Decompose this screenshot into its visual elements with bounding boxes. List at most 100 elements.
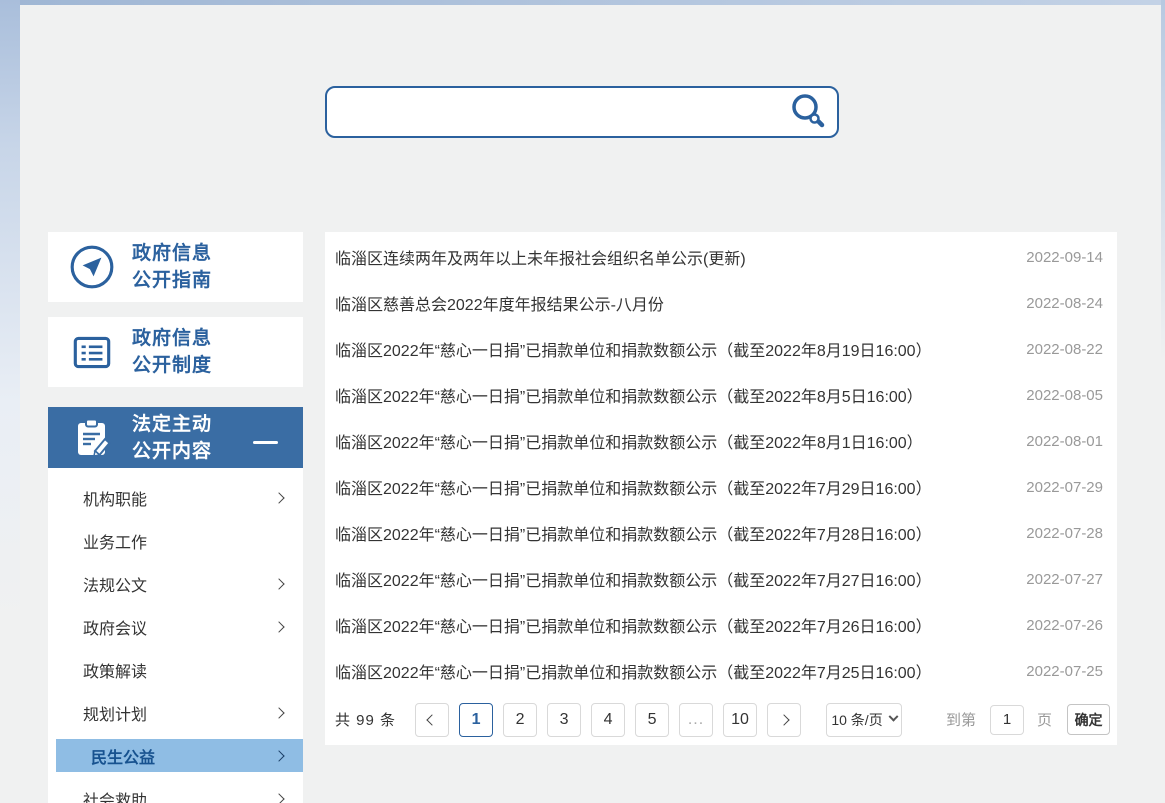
sidebar-card-label: 法定主动 公开内容: [132, 411, 212, 465]
sidebar-submenu: 机构职能 业务工作 法规公文 政府会议 政策解读 规划计划 民生公益 社会救助: [48, 468, 303, 803]
sidebar-menu-item-label: 民生公益: [91, 744, 155, 768]
chevron-left-icon: [426, 714, 437, 725]
page-number-button[interactable]: 2: [503, 703, 537, 737]
list-item-date: 2022-09-14: [1026, 249, 1103, 266]
sidebar-menu-item-label: 规划计划: [83, 701, 147, 725]
list-item-title[interactable]: 临淄区2022年“慈心一日捐”已捐款单位和捐款数额公示（截至2022年7月26日…: [335, 613, 932, 637]
compass-icon: [68, 243, 116, 291]
page-number-label: 5: [648, 711, 657, 729]
page-number-button[interactable]: 4: [591, 703, 625, 737]
chevron-right-icon: [778, 714, 789, 725]
sidebar-menu-item-label: 政府会议: [83, 615, 147, 639]
page-number-button[interactable]: 3: [547, 703, 581, 737]
page-number-button[interactable]: ...: [679, 703, 713, 737]
list-item[interactable]: 临淄区2022年“慈心一日捐”已捐款单位和捐款数额公示（截至2022年7月25日…: [325, 648, 1117, 694]
page-number-label: 4: [604, 711, 613, 729]
list-item[interactable]: 临淄区2022年“慈心一日捐”已捐款单位和捐款数额公示（截至2022年7月29日…: [325, 464, 1117, 510]
sidebar-menu-item[interactable]: 机构职能: [48, 476, 303, 519]
list-item-date: 2022-07-25: [1026, 663, 1103, 680]
chevron-right-icon: [273, 621, 284, 632]
page-number-label: 1: [472, 711, 481, 729]
page-number-button[interactable]: 1: [459, 703, 493, 737]
sidebar-card-label: 政府信息 公开指南: [132, 240, 212, 294]
page-number-label: ...: [688, 711, 704, 729]
list-item[interactable]: 临淄区2022年“慈心一日捐”已捐款单位和捐款数额公示（截至2022年8月19日…: [325, 326, 1117, 372]
frame-right-edge: [1161, 0, 1165, 361]
chevron-right-icon: [273, 578, 284, 589]
pagination-bar: 共 99 条 1 2 3 4 5 ... 10 10 条/页 到第 页 确定: [325, 694, 1117, 745]
list-item-date: 2022-07-26: [1026, 617, 1103, 634]
sidebar-menu-item-label: 政策解读: [83, 658, 147, 682]
chevron-right-icon: [273, 750, 284, 761]
page: 政府信息 公开指南 政府信息 公开制度: [0, 0, 1165, 803]
sidebar-menu-item[interactable]: 社会救助: [48, 777, 303, 803]
sidebar-menu-item-label: 社会救助: [83, 787, 147, 803]
sidebar-card-label: 政府信息 公开制度: [132, 325, 212, 379]
list-item[interactable]: 临淄区2022年“慈心一日捐”已捐款单位和捐款数额公示（截至2022年8月1日1…: [325, 418, 1117, 464]
announcement-panel: 临淄区连续两年及两年以上未年报社会组织名单公示(更新) 2022-09-14 临…: [325, 232, 1117, 745]
collapse-minus-icon[interactable]: [253, 441, 278, 444]
page-number-label: 2: [516, 711, 525, 729]
search-box: [325, 86, 839, 138]
sidebar-menu-item-label: 机构职能: [83, 486, 147, 510]
sidebar-menu-item-label: 法规公文: [83, 572, 147, 596]
sidebar-card-disclosure-guide[interactable]: 政府信息 公开指南: [48, 232, 303, 302]
frame-top-edge: [0, 0, 1165, 5]
page-size-value: 10 条/页: [831, 710, 882, 730]
list-item-title[interactable]: 临淄区2022年“慈心一日捐”已捐款单位和捐款数额公示（截至2022年7月25日…: [335, 659, 932, 683]
list-item-title[interactable]: 临淄区2022年“慈心一日捐”已捐款单位和捐款数额公示（截至2022年7月27日…: [335, 567, 932, 591]
list-item-title[interactable]: 临淄区慈善总会2022年度年报结果公示-八月份: [335, 291, 664, 315]
list-item[interactable]: 临淄区连续两年及两年以上未年报社会组织名单公示(更新) 2022-09-14: [325, 234, 1117, 280]
list-item-date: 2022-08-01: [1026, 433, 1103, 450]
sidebar-card-disclosure-system[interactable]: 政府信息 公开制度: [48, 317, 303, 387]
list-item-title[interactable]: 临淄区2022年“慈心一日捐”已捐款单位和捐款数额公示（截至2022年8月1日1…: [335, 429, 923, 453]
goto-suffix-label: 页: [1037, 709, 1052, 730]
list-item-title[interactable]: 临淄区2022年“慈心一日捐”已捐款单位和捐款数额公示（截至2022年7月28日…: [335, 521, 932, 545]
search-magnifier-icon: [789, 118, 827, 133]
list-item[interactable]: 临淄区2022年“慈心一日捐”已捐款单位和捐款数额公示（截至2022年8月5日1…: [325, 372, 1117, 418]
list-item-title[interactable]: 临淄区2022年“慈心一日捐”已捐款单位和捐款数额公示（截至2022年7月29日…: [335, 475, 932, 499]
sidebar-menu-item[interactable]: 政策解读: [48, 648, 303, 691]
page-number-label: 10: [731, 711, 749, 729]
page-size-select[interactable]: 10 条/页: [826, 703, 902, 737]
sidebar-menu-item[interactable]: 民生公益: [56, 739, 303, 772]
clipboard-pencil-icon: [68, 414, 116, 462]
announcement-list: 临淄区连续两年及两年以上未年报社会组织名单公示(更新) 2022-09-14 临…: [325, 232, 1117, 694]
goto-page-input[interactable]: [990, 705, 1024, 735]
list-item-date: 2022-08-24: [1026, 295, 1103, 312]
search-input[interactable]: [341, 90, 781, 134]
sidebar-menu-item-label: 业务工作: [83, 529, 147, 553]
sidebar-menu-item[interactable]: 业务工作: [48, 519, 303, 562]
ledger-icon: [68, 328, 116, 376]
list-item-date: 2022-07-27: [1026, 571, 1103, 588]
list-item-date: 2022-07-29: [1026, 479, 1103, 496]
prev-page-button[interactable]: [415, 703, 449, 737]
confirm-button[interactable]: 确定: [1067, 704, 1110, 735]
list-item[interactable]: 临淄区2022年“慈心一日捐”已捐款单位和捐款数额公示（截至2022年7月28日…: [325, 510, 1117, 556]
page-number-label: 3: [560, 711, 569, 729]
sidebar-menu-item[interactable]: 规划计划: [48, 691, 303, 734]
sidebar-menu-item[interactable]: 政府会议: [48, 605, 303, 648]
list-item-date: 2022-08-05: [1026, 387, 1103, 404]
total-count-label: 共 99 条: [335, 709, 396, 730]
chevron-right-icon: [273, 492, 284, 503]
list-item[interactable]: 临淄区慈善总会2022年度年报结果公示-八月份 2022-08-24: [325, 280, 1117, 326]
list-item[interactable]: 临淄区2022年“慈心一日捐”已捐款单位和捐款数额公示（截至2022年7月27日…: [325, 556, 1117, 602]
sidebar-card-statutory-disclosure[interactable]: 法定主动 公开内容: [48, 407, 303, 468]
list-item-date: 2022-07-28: [1026, 525, 1103, 542]
search-button[interactable]: [787, 91, 829, 133]
list-item-title[interactable]: 临淄区2022年“慈心一日捐”已捐款单位和捐款数额公示（截至2022年8月5日1…: [335, 383, 923, 407]
goto-prefix-label: 到第: [946, 709, 976, 730]
chevron-right-icon: [273, 793, 284, 803]
next-page-button[interactable]: [767, 703, 801, 737]
chevron-right-icon: [273, 707, 284, 718]
page-number-button[interactable]: 5: [635, 703, 669, 737]
page-number-button[interactable]: 10: [723, 703, 757, 737]
frame-left-edge: [0, 0, 20, 803]
list-item-title[interactable]: 临淄区连续两年及两年以上未年报社会组织名单公示(更新): [335, 245, 746, 269]
sidebar-menu-item[interactable]: 法规公文: [48, 562, 303, 605]
list-item-date: 2022-08-22: [1026, 341, 1103, 358]
list-item[interactable]: 临淄区2022年“慈心一日捐”已捐款单位和捐款数额公示（截至2022年7月26日…: [325, 602, 1117, 648]
chevron-down-icon: [888, 712, 898, 722]
list-item-title[interactable]: 临淄区2022年“慈心一日捐”已捐款单位和捐款数额公示（截至2022年8月19日…: [335, 337, 932, 361]
